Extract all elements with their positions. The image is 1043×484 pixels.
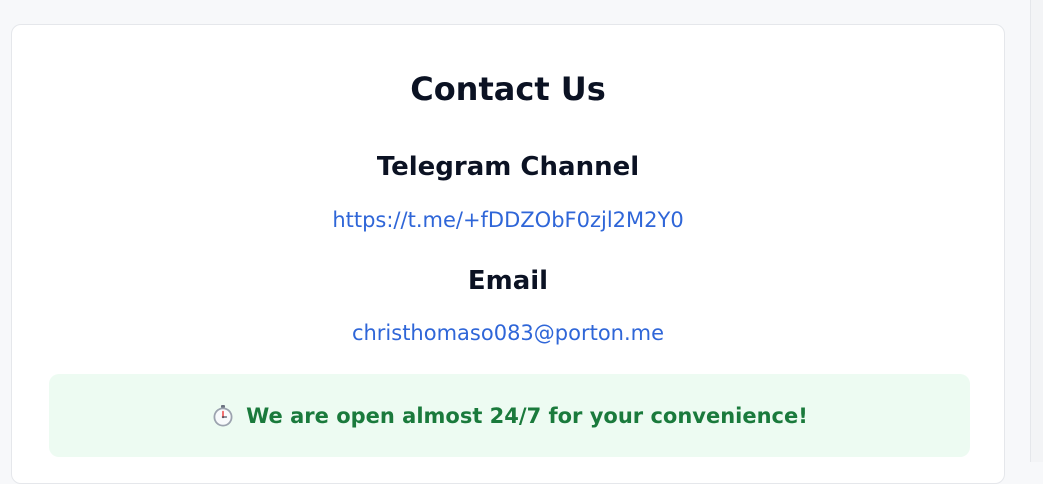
stopwatch-icon bbox=[211, 404, 235, 428]
availability-notice: We are open almost 24/7 for your conveni… bbox=[49, 374, 970, 457]
page-scrollbar-track[interactable] bbox=[1030, 0, 1043, 462]
page-title: Contact Us bbox=[410, 70, 606, 108]
contact-card: Contact Us Telegram Channel https://t.me… bbox=[11, 24, 1005, 484]
availability-text: We are open almost 24/7 for your conveni… bbox=[246, 403, 808, 428]
telegram-link[interactable]: https://t.me/+fDDZObF0zjl2M2Y0 bbox=[12, 206, 1004, 234]
email-heading: Email bbox=[467, 266, 549, 296]
telegram-heading: Telegram Channel bbox=[376, 152, 640, 182]
email-link[interactable]: christhomaso083@porton.me bbox=[12, 319, 1004, 347]
